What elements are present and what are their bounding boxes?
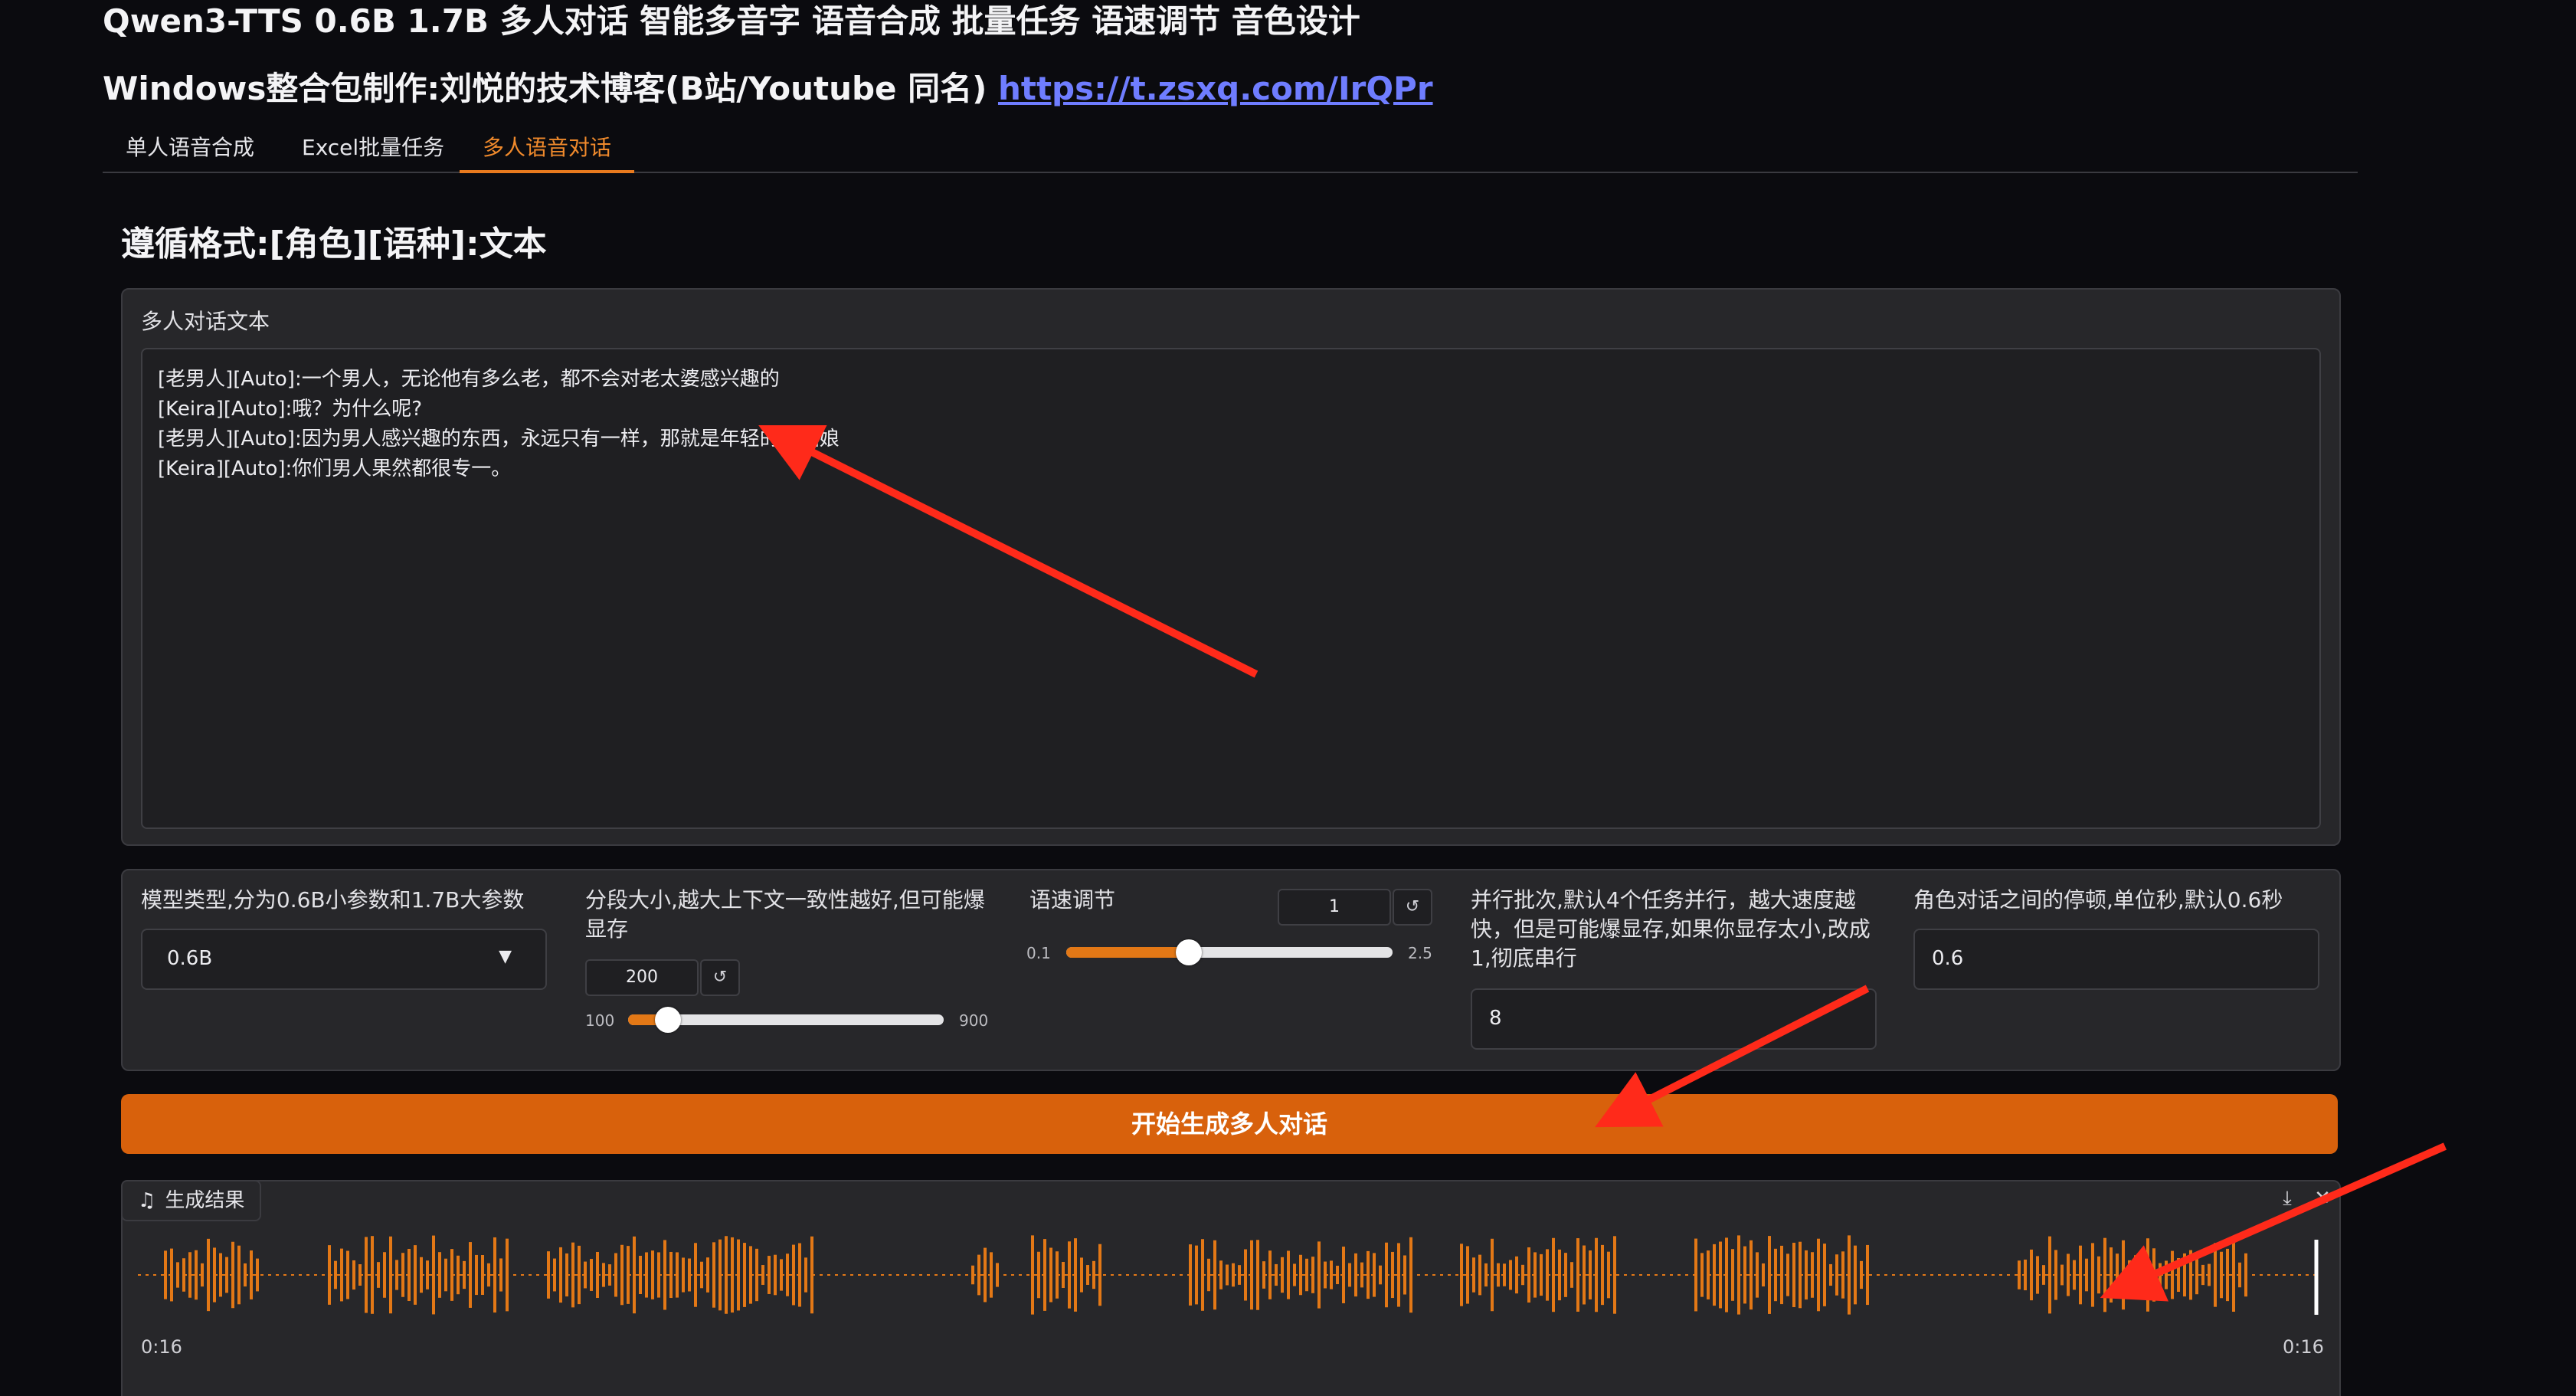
speed-max: 2.5 [1408, 944, 1432, 962]
speed-min: 0.1 [1026, 944, 1051, 962]
pause-input[interactable]: 0.6 [1913, 929, 2319, 990]
speed-slider[interactable] [1066, 947, 1393, 958]
model-type-dropdown[interactable]: 0.6B ▼ [141, 929, 547, 990]
app-subtitle: Windows整合包制作:刘悦的技术博客(B站/Youtube 同名) http… [103, 63, 1433, 110]
tab-bar: 单人语音合成 Excel批量任务 多人语音对话 [103, 127, 2358, 173]
time-end: 0:16 [2283, 1336, 2324, 1358]
pause-label: 角色对话之间的停顿,单位秒,默认0.6秒 [1913, 887, 2283, 913]
tab-single-tts[interactable]: 单人语音合成 [103, 133, 277, 170]
dialog-line: [Keira][Auto]:你们男人果然都很专一。 [158, 457, 512, 480]
reset-icon[interactable]: ↺ [1393, 889, 1432, 926]
segment-size-input[interactable]: 200 [585, 959, 699, 996]
caret-down-icon: ▼ [499, 947, 512, 966]
app-title: Qwen3-TTS 0.6B 1.7B 多人对话 智能多音字 语音合成 批量任务… [103, 2, 1360, 40]
settings-panel: 模型类型,分为0.6B小参数和1.7B大参数 0.6B ▼ 分段大小,越大上下文… [121, 869, 2341, 1071]
time-start: 0:16 [141, 1336, 182, 1358]
dialog-line: [Keira][Auto]:哦？为什么呢? [158, 398, 423, 421]
reset-icon[interactable]: ↺ [700, 959, 740, 996]
parallel-input[interactable]: 8 [1471, 988, 1877, 1050]
speed-input[interactable]: 1 [1278, 889, 1391, 926]
segment-size-min: 100 [585, 1011, 615, 1030]
music-note-icon: ♫ [138, 1189, 156, 1212]
model-type-label: 模型类型,分为0.6B小参数和1.7B大参数 [141, 887, 525, 913]
parallel-value: 8 [1489, 1007, 1502, 1030]
format-heading: 遵循格式:[角色][语种]:文本 [121, 224, 547, 264]
parallel-label: 并行批次,默认4个任务并行，越大速度越快，但是可能爆显存,如果你显存太小,改成1… [1471, 887, 1871, 971]
slider-thumb[interactable] [654, 1007, 681, 1033]
segment-size-label: 分段大小,越大上下文一致性越好,但可能爆显存 [585, 887, 985, 942]
pause-value: 0.6 [1932, 947, 1964, 970]
subtitle-link[interactable]: https://t.zsxq.com/IrQPr [998, 70, 1433, 107]
generate-dialog-button[interactable]: 开始生成多人对话 [121, 1094, 2338, 1154]
close-icon[interactable]: ✕ [2307, 1185, 2338, 1212]
result-panel [121, 1180, 2341, 1396]
model-type-value: 0.6B [167, 947, 213, 970]
tab-excel-batch[interactable]: Excel批量任务 [279, 133, 467, 170]
result-label: ♫ 生成结果 [121, 1180, 262, 1221]
dialog-textarea[interactable]: [老男人][Auto]:一个男人，无论他有多么老，都不会对老太婆感兴趣的 [Ke… [141, 348, 2321, 829]
download-icon[interactable]: ⤓ [2272, 1185, 2303, 1212]
subtitle-text: Windows整合包制作:刘悦的技术博客(B站/Youtube 同名) [103, 70, 998, 107]
result-label-text: 生成结果 [165, 1189, 245, 1212]
dialog-label: 多人对话文本 [141, 309, 270, 334]
dialog-panel: 多人对话文本 [老男人][Auto]:一个男人，无论他有多么老，都不会对老太婆感… [121, 288, 2341, 846]
segment-size-max: 900 [959, 1011, 989, 1030]
dialog-line: [老男人][Auto]:一个男人，无论他有多么老，都不会对老太婆感兴趣的 [158, 368, 780, 391]
tab-multi-dialog[interactable]: 多人语音对话 [460, 133, 635, 173]
slider-thumb[interactable] [1175, 939, 1202, 965]
speed-label: 语速调节 [1029, 887, 1116, 913]
slider-fill [1066, 947, 1189, 958]
dialog-line: [老男人][Auto]:因为男人感兴趣的东西，永远只有一样，那就是年轻的小姑娘 [158, 428, 840, 451]
